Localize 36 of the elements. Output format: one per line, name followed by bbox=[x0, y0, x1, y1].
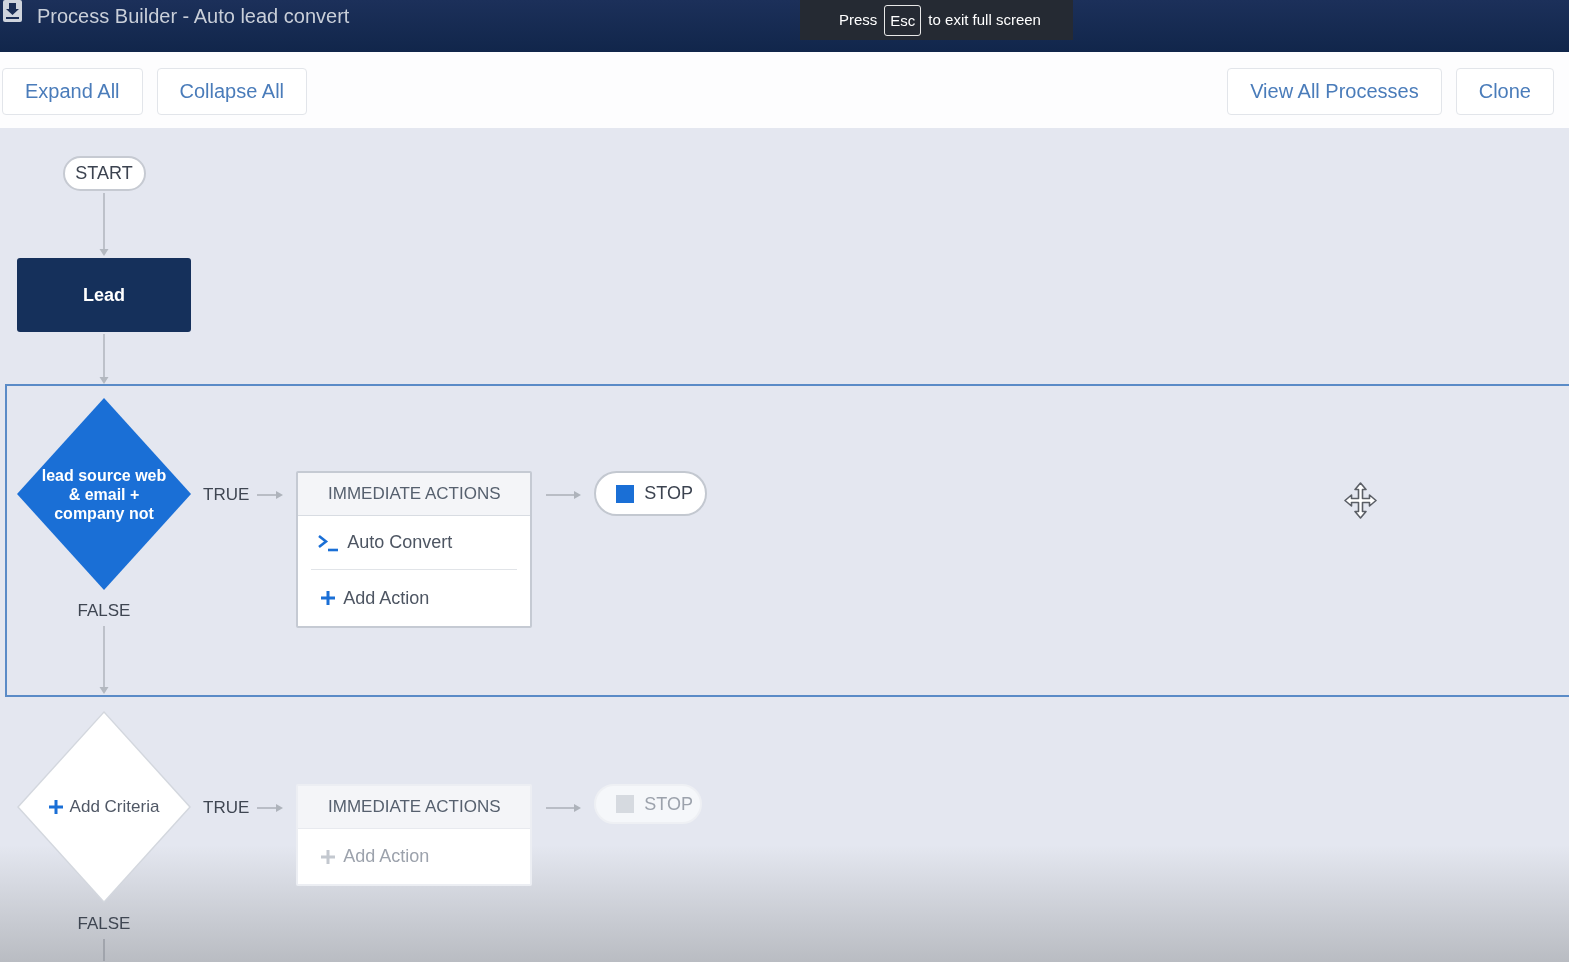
stop-square-icon bbox=[616, 795, 635, 813]
start-node: START bbox=[62, 156, 146, 191]
window-title: Process Builder - Auto lead convert bbox=[37, 4, 350, 28]
action-item[interactable]: Auto Convert bbox=[298, 516, 531, 569]
false-label: FALSE bbox=[77, 913, 131, 935]
stop-square-icon bbox=[616, 484, 635, 503]
terminal-icon bbox=[317, 533, 339, 552]
move-cursor-icon bbox=[1344, 482, 1377, 519]
stop-node: STOP bbox=[594, 471, 708, 516]
actions-header: IMMEDIATE ACTIONS bbox=[298, 786, 531, 829]
true-label: TRUE bbox=[203, 484, 250, 506]
add-criteria-node[interactable]: Add Criteria bbox=[17, 711, 191, 903]
esc-key: Esc bbox=[884, 4, 922, 36]
plus-icon bbox=[321, 591, 336, 605]
connector-arrow bbox=[257, 803, 284, 813]
toolbar-button[interactable]: Expand All bbox=[2, 68, 143, 115]
connector-arrow bbox=[98, 334, 110, 384]
toolbar-button[interactable]: Collapse All bbox=[156, 68, 308, 115]
connector-arrow bbox=[546, 490, 582, 500]
toolbar-button[interactable]: View All Processes bbox=[1227, 68, 1442, 115]
notice-text: to exit full screen bbox=[928, 11, 1041, 29]
connector-arrow bbox=[257, 490, 284, 500]
plus-icon bbox=[48, 800, 63, 814]
object-node[interactable]: Lead bbox=[17, 258, 191, 332]
connector-arrow bbox=[98, 626, 110, 694]
toolbar-button[interactable]: Clone bbox=[1455, 68, 1554, 115]
add-action-button[interactable]: Add Action bbox=[298, 570, 531, 626]
stop-node: STOP bbox=[594, 784, 703, 824]
connector-arrow bbox=[98, 193, 110, 256]
criteria-node[interactable]: lead source web & email + company not bbox=[17, 398, 191, 590]
connector-arrow bbox=[546, 803, 582, 813]
actions-header: IMMEDIATE ACTIONS bbox=[298, 473, 531, 516]
plus-icon bbox=[321, 849, 336, 864]
false-label: FALSE bbox=[77, 600, 131, 622]
true-label: TRUE bbox=[203, 797, 250, 819]
notice-text: Press bbox=[839, 11, 878, 29]
